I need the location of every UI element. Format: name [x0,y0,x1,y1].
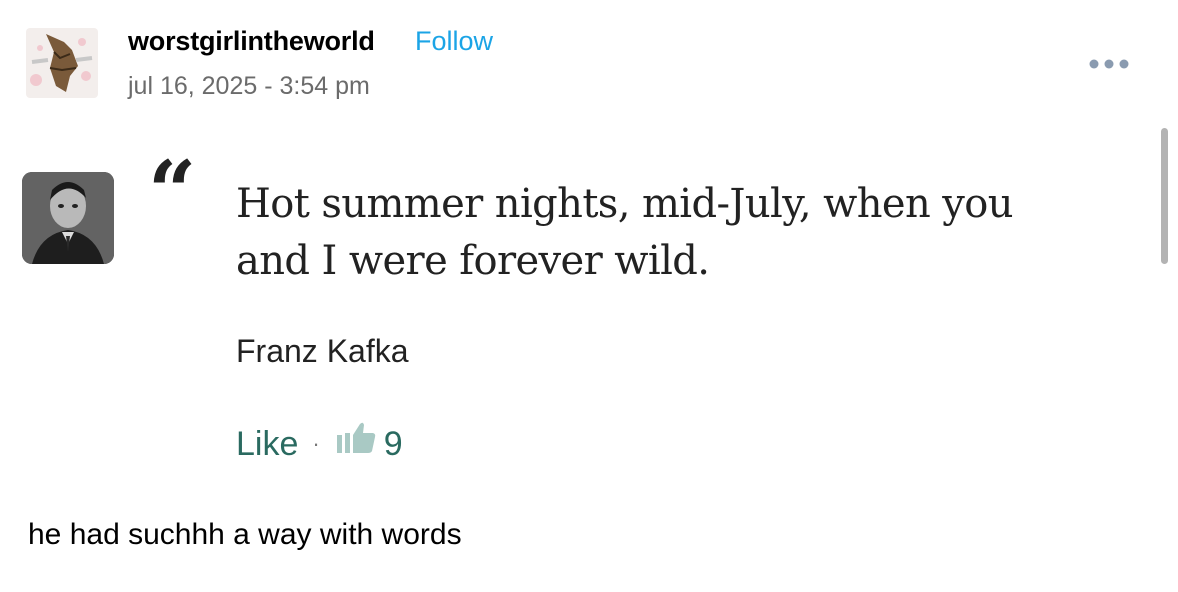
like-count: 9 [383,424,403,463]
like-button[interactable]: Like [236,425,298,464]
quote-line-2: and I were forever wild. [236,238,710,284]
quote-mark: “ [148,142,197,241]
more-horizontal-icon [1089,59,1129,69]
post-caption: he had suchhh a way with words [28,518,462,551]
quote-author[interactable]: Franz Kafka [236,333,409,370]
separator-dot: · [312,431,320,456]
quote-line-1: Hot summer nights, mid-July, when you [236,181,1014,227]
blog-username[interactable]: worstgirlintheworld [128,26,375,57]
like-row: Like · 9 [236,421,403,464]
author-portrait [22,172,114,264]
quote-text: Hot summer nights, mid-July, when you an… [236,176,1136,290]
author-photo-image [22,172,114,264]
scrollbar-thumb[interactable] [1161,128,1168,264]
thumbs-up-icon [336,421,376,464]
post-timestamp[interactable]: jul 16, 2025 - 3:54 pm [128,72,370,101]
blog-avatar[interactable] [26,28,98,98]
more-options-button[interactable] [1086,56,1132,72]
follow-button[interactable]: Follow [415,26,493,57]
avatar-image [26,28,98,98]
